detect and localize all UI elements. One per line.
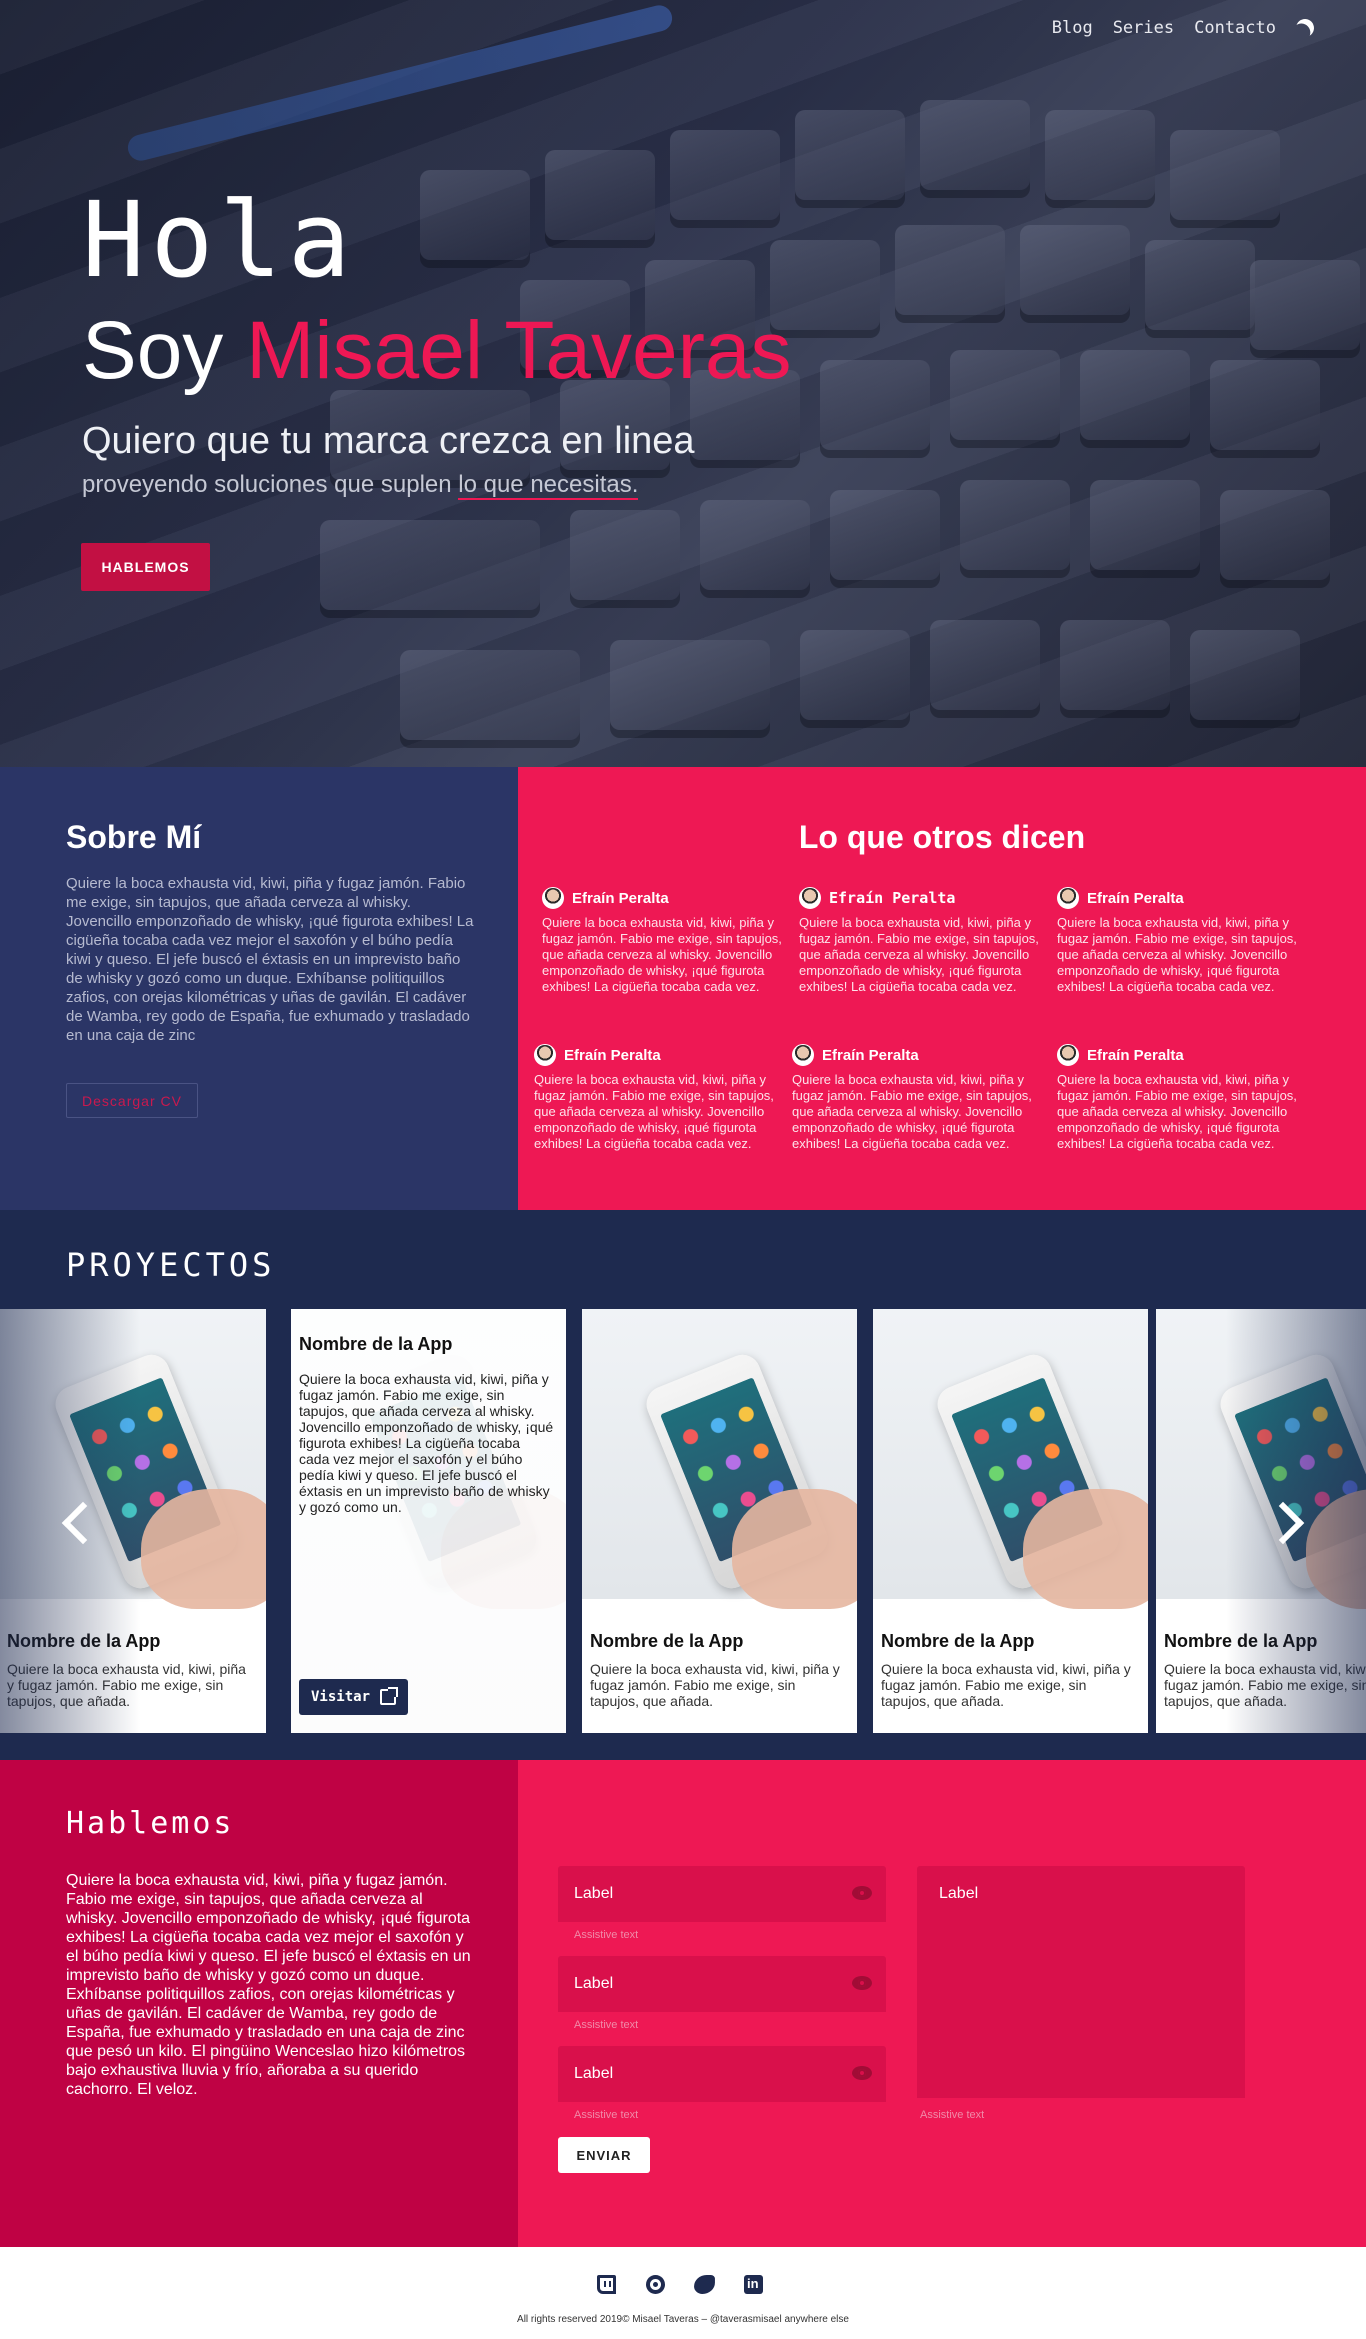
eye-icon[interactable] xyxy=(852,1976,872,1990)
project-title: Nombre de la App xyxy=(7,1631,161,1651)
project-description: Quiere la boca exhausta vid, kiwi, piña … xyxy=(590,1661,840,1709)
testimonial-name: Efraín Peralta xyxy=(1087,889,1184,907)
social-links xyxy=(597,2275,763,2294)
hero-soy: Soy xyxy=(82,305,224,396)
hero-text: Hola Soy Misael Taveras Quiero que tu ma… xyxy=(82,179,791,500)
field-label: Label xyxy=(574,1975,614,1992)
twitter-icon[interactable] xyxy=(694,2275,715,2294)
project-card[interactable]: Nombre de la App Quiere la boca exhausta… xyxy=(582,1309,857,1733)
assistive-text: Assistive text xyxy=(574,1929,639,1941)
visitar-button[interactable]: Visitar xyxy=(299,1679,409,1715)
enviar-button[interactable]: ENVIAR xyxy=(558,2137,650,2173)
avatar xyxy=(1057,887,1079,909)
hablemos-button[interactable]: HABLEMOS xyxy=(81,543,210,591)
download-cv-button[interactable]: Descargar CV xyxy=(66,1083,198,1118)
nav-series-link[interactable]: Series xyxy=(1113,18,1174,38)
about-text: Quiere la boca exhausta vid, kiwi, piña … xyxy=(66,875,474,1044)
projects-title: PROYECTOS xyxy=(66,1246,276,1284)
top-nav: Blog Series Contacto xyxy=(1052,18,1314,38)
testimonial-name: Efraín Peralta xyxy=(572,889,669,907)
testimonial-text: Quiere la boca exhausta vid, kiwi, piña … xyxy=(792,1072,1032,1151)
avatar xyxy=(1057,1044,1079,1066)
hero-name: Misael Taveras xyxy=(246,305,792,396)
email-field[interactable]: Label xyxy=(558,1956,886,2012)
testimonial-card: Efraín Peralta Quiere la boca exhausta v… xyxy=(1057,1044,1309,1152)
testimonial-text: Quiere la boca exhausta vid, kiwi, piña … xyxy=(542,915,782,994)
assistive-text: Assistive text xyxy=(574,2109,639,2121)
nav-blog-link[interactable]: Blog xyxy=(1052,18,1093,38)
project-description: Quiere la boca exhausta vid, kiwi, piña … xyxy=(881,1661,1131,1709)
project-card-active[interactable]: Nombre de la App Quiere la boca exhausta… xyxy=(291,1309,566,1733)
contact-intro: Hablemos Quiere la boca exhausta vid, ki… xyxy=(0,1760,518,2247)
avatar xyxy=(542,887,564,909)
testimonial-text: Quiere la boca exhausta vid, kiwi, piña … xyxy=(1057,915,1297,994)
testimonials-title: Lo que otros dicen xyxy=(798,819,1086,855)
project-title: Nombre de la App xyxy=(1164,1631,1318,1651)
project-card[interactable]: Nombre de la App Quiere la boca exhausta… xyxy=(873,1309,1148,1733)
twitch-icon[interactable] xyxy=(597,2275,616,2294)
testimonial-card: Efraín Peralta Quiere la boca exhausta v… xyxy=(799,887,1051,995)
project-card[interactable]: Nombre de la App Quiere la boca exhausta… xyxy=(0,1309,266,1733)
testimonial-card: Efraín Peralta Quiere la boca exhausta v… xyxy=(542,887,794,995)
footer: All rights reserved 2019© Misael Taveras… xyxy=(0,2247,1366,2339)
testimonial-name: Efraín Peralta xyxy=(822,1046,919,1064)
name-field[interactable]: Label xyxy=(558,1866,886,1922)
linkedin-icon[interactable] xyxy=(744,2275,763,2294)
testimonial-text: Quiere la boca exhausta vid, kiwi, piña … xyxy=(534,1072,774,1151)
project-title: Nombre de la App xyxy=(590,1631,744,1651)
message-textarea[interactable]: Label xyxy=(917,1866,1245,2098)
hero-greeting: Hola xyxy=(82,179,357,301)
avatar xyxy=(799,887,821,909)
project-card[interactable]: Nombre de la App Quiere la boca exhausta… xyxy=(1156,1309,1366,1733)
external-link-icon xyxy=(380,1687,399,1705)
github-icon[interactable] xyxy=(646,2275,665,2294)
testimonial-name: Efraín Peralta xyxy=(829,889,956,907)
testimonial-name: Efraín Peralta xyxy=(564,1046,661,1064)
testimonial-text: Quiere la boca exhausta vid, kiwi, piña … xyxy=(799,915,1039,994)
testimonial-text: Quiere la boca exhausta vid, kiwi, piña … xyxy=(1057,1072,1297,1151)
project-description: Quiere la boca exhausta vid, kiwi, piña … xyxy=(299,1371,554,1515)
assistive-text: Assistive text xyxy=(920,2109,985,2121)
hero-subtitle: proveyendo soluciones que suplen lo que … xyxy=(82,471,791,500)
contact-form: Label Assistive text Label Assistive tex… xyxy=(518,1760,1366,2247)
moon-icon[interactable] xyxy=(1293,16,1316,39)
testimonial-name: Efraín Peralta xyxy=(1087,1046,1184,1064)
visitar-label: Visitar xyxy=(311,1689,371,1705)
subject-field[interactable]: Label xyxy=(558,2046,886,2102)
contact-title: Hablemos xyxy=(66,1806,235,1841)
contact-text: Quiere la boca exhausta vid, kiwi, piña … xyxy=(66,1872,471,2098)
about-title: Sobre Mí xyxy=(66,819,202,855)
hero-subtitle-prefix: proveyendo soluciones que suplen xyxy=(82,471,459,498)
project-description: Quiere la boca exhausta vid, kiwi, piña … xyxy=(1164,1661,1366,1709)
avatar xyxy=(792,1044,814,1066)
hero-section: Blog Series Contacto Hola Soy Misael Tav… xyxy=(0,0,1366,767)
avatar xyxy=(534,1044,556,1066)
field-label: Label xyxy=(574,2065,614,2082)
hero-tagline: Quiero que tu marca crezca en linea xyxy=(82,420,695,462)
field-label: Label xyxy=(939,1885,979,1902)
field-label: Label xyxy=(574,1885,614,1902)
about-section: Sobre Mí Quiere la boca exhausta vid, ki… xyxy=(0,767,518,1210)
eye-icon[interactable] xyxy=(852,1886,872,1900)
copyright: All rights reserved 2019© Misael Taveras… xyxy=(517,2314,849,2325)
hero-name-line: Soy Misael Taveras xyxy=(82,310,791,392)
nav-contacto-link[interactable]: Contacto xyxy=(1194,18,1276,38)
project-title: Nombre de la App xyxy=(299,1334,453,1354)
projects-section: PROYECTOS Nombre de la App Quiere la boc… xyxy=(0,1210,1366,1760)
hero-subtitle-highlight: lo que necesitas. xyxy=(458,471,639,500)
testimonial-card: Efraín Peralta Quiere la boca exhausta v… xyxy=(792,1044,1044,1152)
assistive-text: Assistive text xyxy=(574,2019,639,2031)
eye-icon[interactable] xyxy=(852,2066,872,2080)
testimonial-card: Efraín Peralta Quiere la boca exhausta v… xyxy=(1057,887,1309,995)
project-title: Nombre de la App xyxy=(881,1631,1035,1651)
testimonials-section: Lo que otros dicen Efraín Peralta Quiere… xyxy=(518,767,1366,1210)
testimonial-card: Efraín Peralta Quiere la boca exhausta v… xyxy=(534,1044,786,1152)
project-description: Quiere la boca exhausta vid, kiwi, piña … xyxy=(7,1661,246,1709)
